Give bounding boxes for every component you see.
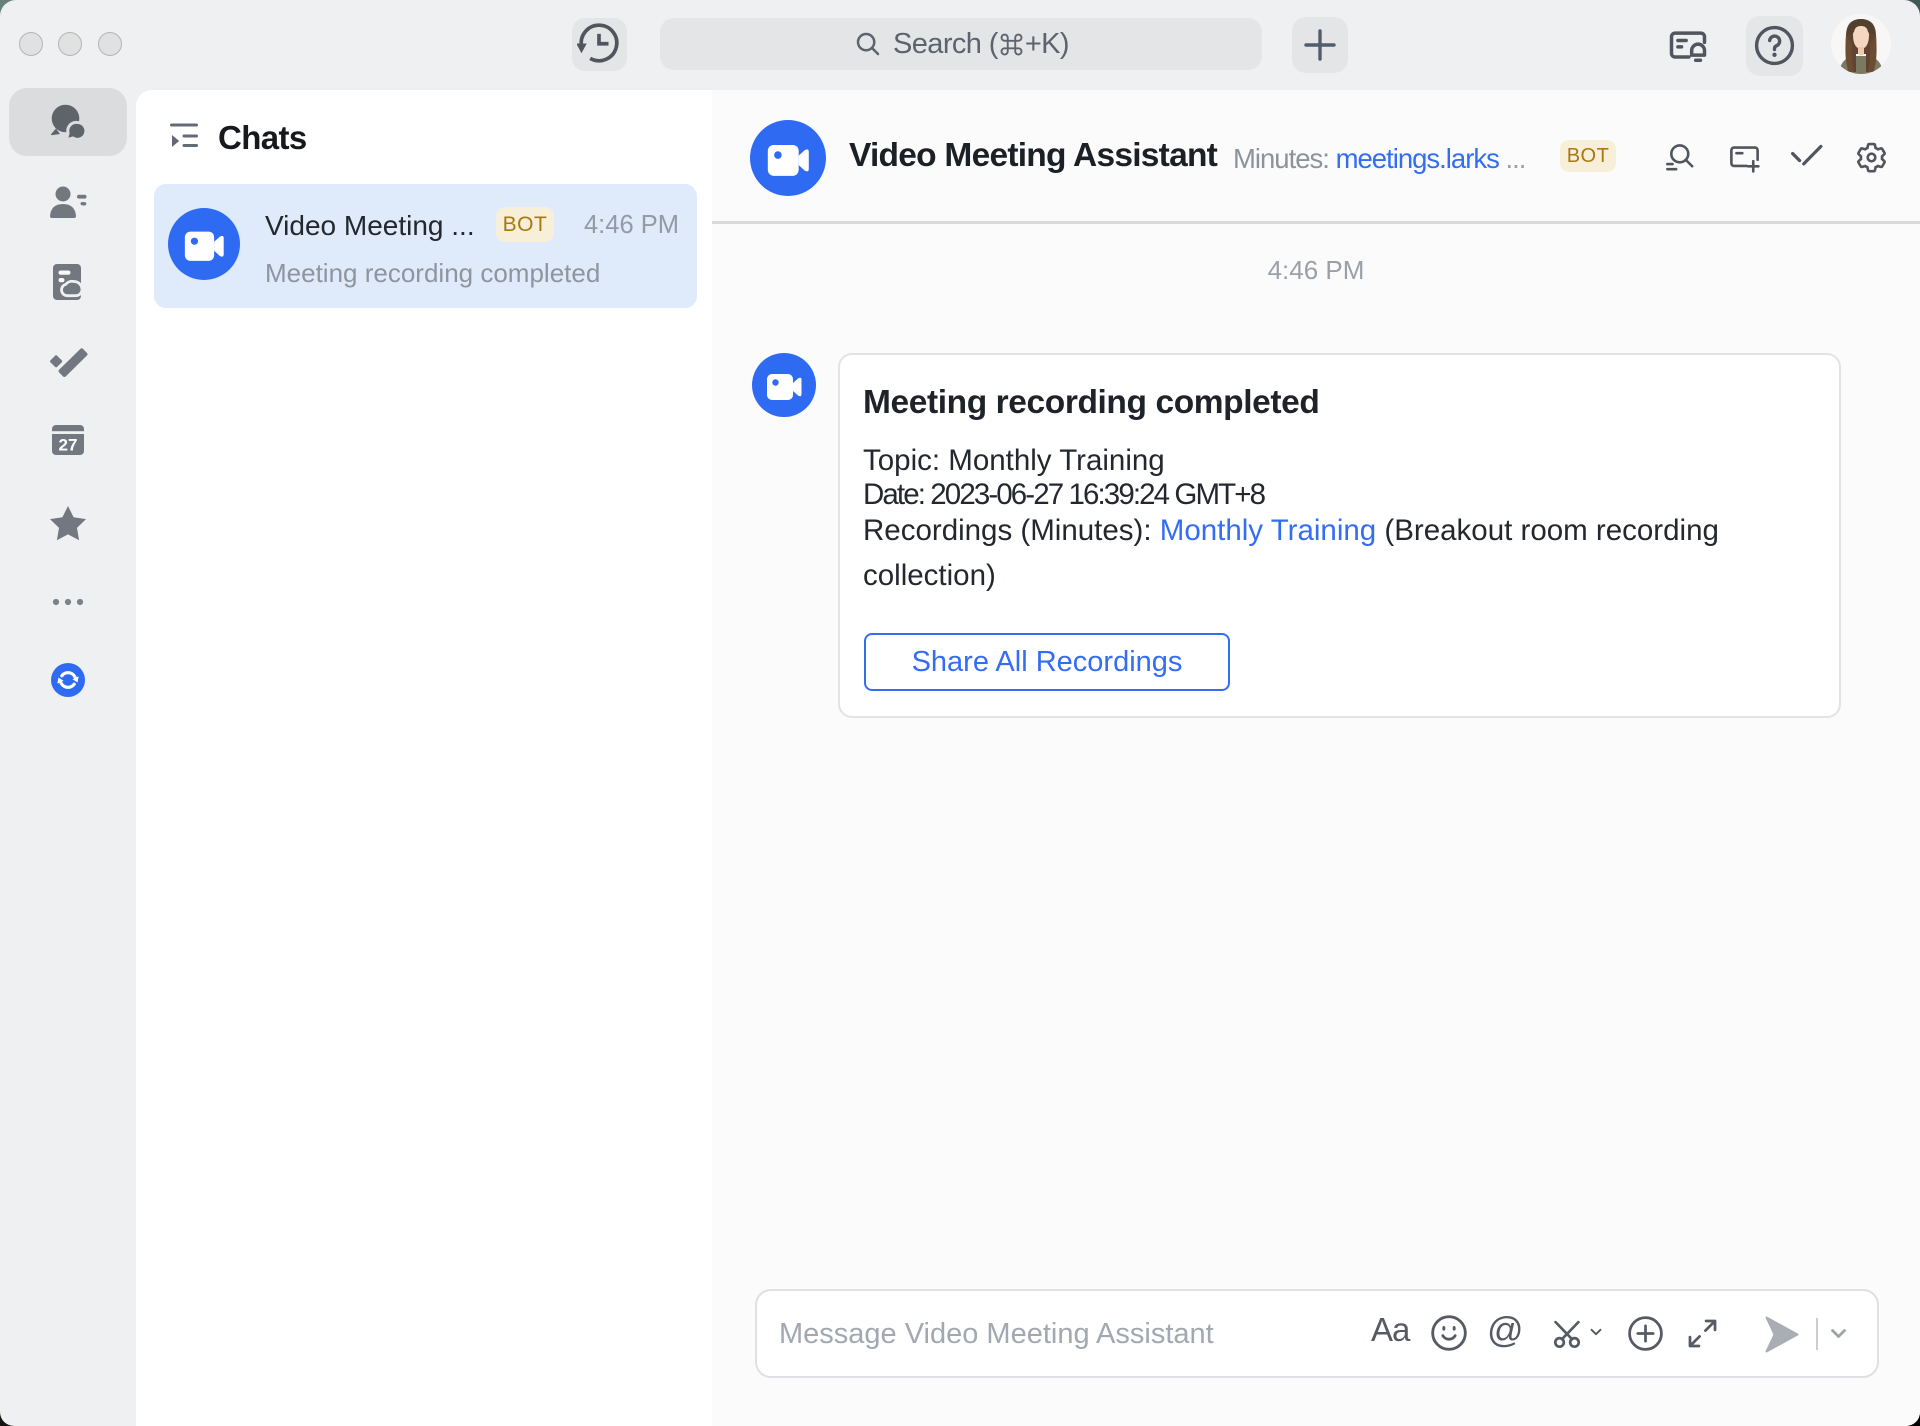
svg-text:27: 27: [59, 436, 78, 455]
